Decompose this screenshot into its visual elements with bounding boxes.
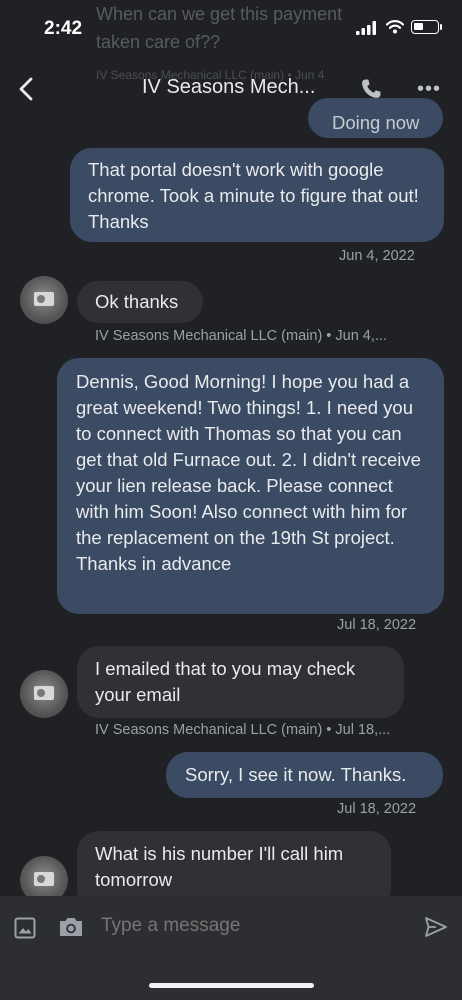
chevron-left-icon[interactable]	[16, 76, 38, 102]
message-bubble-outgoing[interactable]: That portal doesn't work with google chr…	[70, 148, 444, 242]
message-bubble-incoming[interactable]: Ok thanks	[77, 281, 203, 323]
image-icon[interactable]	[14, 917, 36, 939]
conversation-title: IV Seasons Mech...	[142, 76, 316, 98]
battery-icon	[411, 20, 439, 34]
message-text: Dennis, Good Morning! I hope you had a g…	[76, 371, 421, 574]
message-text: That portal doesn't work with google chr…	[88, 159, 419, 232]
avatar[interactable]	[20, 670, 68, 718]
message-input[interactable]	[101, 915, 401, 937]
status-bar: When can we get this payment taken care …	[0, 0, 462, 58]
avatar[interactable]	[20, 276, 68, 324]
message-text: Doing now	[332, 112, 420, 133]
message-bubble-outgoing[interactable]: Sorry, I see it now. Thanks.	[166, 752, 443, 798]
status-time: 2:42	[44, 18, 83, 39]
wifi-icon	[386, 20, 404, 34]
message-timestamp: Jun 4, 2022	[339, 248, 415, 264]
message-sender-meta: IV Seasons Mechanical LLC (main) • Jul 1…	[95, 722, 391, 738]
message-timestamp: Jul 18, 2022	[337, 801, 417, 817]
message-text: Ok thanks	[95, 291, 179, 312]
send-icon[interactable]	[424, 916, 448, 938]
message-bubble-outgoing[interactable]: Dennis, Good Morning! I hope you had a g…	[57, 358, 444, 614]
more-horizontal-icon[interactable]: •••	[417, 79, 441, 100]
camera-icon[interactable]	[58, 915, 84, 939]
message-sender-meta: IV Seasons Mechanical LLC (main) • Jun 4…	[95, 328, 387, 344]
message-bubble-outgoing[interactable]: Doing now	[308, 98, 443, 138]
home-indicator	[149, 983, 314, 988]
battery-tip	[440, 24, 442, 30]
message-bubble-incoming[interactable]: I emailed that to you may check your ema…	[77, 646, 404, 718]
message-timestamp: Jul 18, 2022	[337, 617, 417, 633]
message-text: I emailed that to you may check your ema…	[95, 658, 356, 705]
notification-ghost-text: taken care of??	[96, 32, 221, 52]
message-text: What is his number I'll call him tomorro…	[95, 843, 344, 890]
notification-ghost-text: When can we get this payment	[96, 4, 343, 24]
message-text: Sorry, I see it now. Thanks.	[185, 764, 407, 785]
cellular-signal-icon	[356, 21, 376, 35]
